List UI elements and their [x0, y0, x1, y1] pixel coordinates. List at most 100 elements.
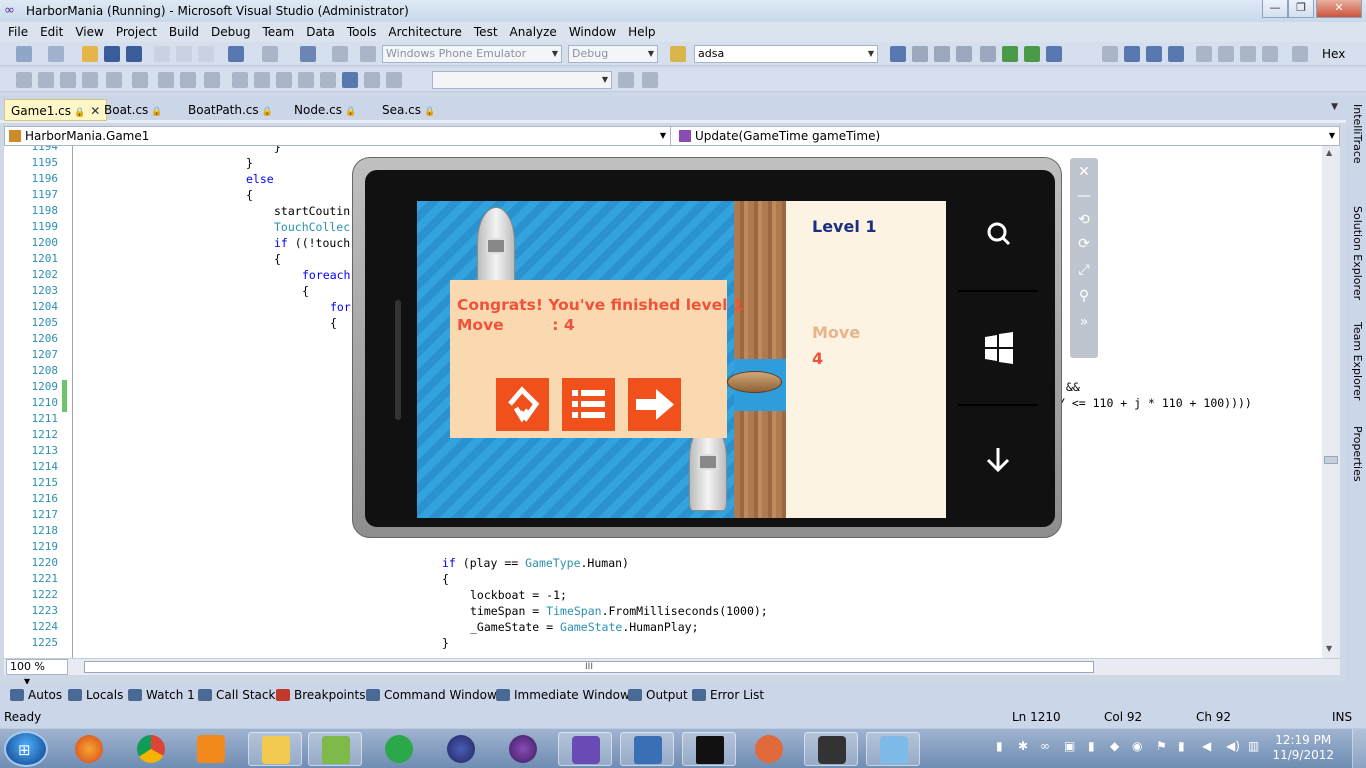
scroll-thumb[interactable]	[1324, 456, 1338, 464]
tab-dropdown-icon[interactable]: ▼	[1331, 102, 1338, 112]
start-debugging-icon[interactable]	[360, 46, 376, 62]
taskbar-network-tool[interactable]	[620, 732, 674, 766]
tray-icon-3[interactable]: ∞	[1040, 739, 1054, 755]
back-hw-button[interactable]	[940, 406, 1058, 516]
menu-debug[interactable]: Debug	[205, 25, 256, 39]
show-desktop-button[interactable]	[1352, 729, 1366, 768]
restart-icon[interactable]	[1168, 46, 1184, 62]
menu-file[interactable]: File	[2, 25, 34, 39]
taskbar-firefox[interactable]	[62, 732, 116, 766]
menu-analyze[interactable]: Analyze	[504, 25, 563, 39]
player-boat[interactable]	[727, 371, 782, 393]
taskbar-phone-emulator[interactable]	[804, 732, 858, 766]
tab-boat[interactable]: Boat.cs 🔒	[98, 99, 169, 121]
menu-architecture[interactable]: Architecture	[382, 25, 467, 39]
side-tab-team-explorer[interactable]: Team Explorer	[1348, 322, 1364, 400]
object-browser-icon[interactable]	[934, 46, 950, 62]
toolbar-options-icon[interactable]	[386, 72, 402, 88]
comment-out-icon[interactable]	[158, 72, 174, 88]
taskbar-eclipse-2[interactable]	[496, 732, 550, 766]
action-center-icon[interactable]: ⚑	[1156, 739, 1170, 755]
scroll-up-icon[interactable]: ▲	[1326, 148, 1332, 157]
taskbar-visual-studio[interactable]	[558, 732, 612, 766]
next-level-button[interactable]	[628, 378, 681, 431]
taskbar-zune[interactable]	[742, 732, 796, 766]
tray-icon-9[interactable]: ▮	[1178, 739, 1192, 755]
menu-edit[interactable]: Edit	[34, 25, 69, 39]
tool-tab-autos[interactable]: Autos	[10, 687, 62, 703]
open-file-icon[interactable]	[82, 46, 98, 62]
clear-bookmarks-icon[interactable]	[364, 72, 380, 88]
step-out-icon[interactable]	[1262, 46, 1278, 62]
add-item-icon[interactable]	[48, 46, 64, 62]
target-device-select[interactable]: Windows Phone Emulator ▼	[382, 45, 562, 63]
network-icon[interactable]: ▥	[1248, 739, 1262, 755]
word-completion-icon[interactable]	[82, 72, 98, 88]
menu-window[interactable]: Window	[563, 25, 622, 39]
solution-explorer-icon[interactable]	[890, 46, 906, 62]
configuration-select[interactable]: Debug ▼	[568, 45, 658, 63]
step-over-icon[interactable]	[1240, 46, 1256, 62]
command-window-icon[interactable]	[1046, 46, 1062, 62]
uncomment-icon[interactable]	[180, 72, 196, 88]
additional-tools-icon[interactable]: »	[1076, 314, 1092, 330]
copy-icon[interactable]	[176, 46, 192, 62]
taskbar-eclipse[interactable]	[434, 732, 488, 766]
find-in-files-icon[interactable]	[670, 46, 686, 62]
save-all-icon[interactable]	[126, 46, 142, 62]
tab-node[interactable]: Node.cs 🔒	[288, 99, 362, 121]
minimize-button[interactable]: —	[1262, 0, 1288, 18]
tool-tab-watch[interactable]: Watch 1	[128, 687, 195, 703]
next-bookmark-doc-icon[interactable]	[342, 72, 358, 88]
prev-bookmark-doc-icon[interactable]	[320, 72, 336, 88]
navigate-forward-icon[interactable]	[332, 46, 348, 62]
taskbar-media-player[interactable]	[184, 732, 238, 766]
menu-button[interactable]	[562, 378, 615, 431]
tool-tab-locals[interactable]: Locals	[68, 687, 123, 703]
close-icon[interactable]: ✕	[1076, 164, 1092, 180]
side-tab-properties[interactable]: Properties	[1348, 426, 1364, 482]
bluetooth-icon[interactable]: ✱	[1018, 739, 1032, 755]
menu-build[interactable]: Build	[163, 25, 205, 39]
start-hw-button[interactable]	[940, 292, 1058, 402]
member-select[interactable]: Update(GameTime gameTime) ▼	[675, 127, 1339, 145]
continue-icon[interactable]	[1102, 46, 1118, 62]
fit-to-screen-icon[interactable]: ⤢	[1076, 262, 1092, 278]
restart-level-button[interactable]	[496, 378, 549, 431]
menu-data[interactable]: Data	[300, 25, 341, 39]
decrease-indent-icon[interactable]	[106, 72, 122, 88]
tray-icon-1[interactable]: ▮	[996, 739, 1010, 755]
taskbar-chrome[interactable]	[124, 732, 178, 766]
navigate-backward-icon[interactable]	[300, 46, 316, 62]
toolbox-icon[interactable]	[956, 46, 972, 62]
start-page-icon[interactable]	[1002, 46, 1018, 62]
tool-tab-immediate-window[interactable]: Immediate Window	[496, 687, 630, 703]
stop-debugging-icon[interactable]	[1146, 46, 1162, 62]
show-next-statement-icon[interactable]	[1196, 46, 1212, 62]
break-all-icon[interactable]	[1124, 46, 1140, 62]
tab-game1[interactable]: Game1.cs 🔒 ✕	[4, 99, 108, 121]
properties-icon[interactable]	[912, 46, 928, 62]
tool-tab-error-list[interactable]: Error List	[692, 687, 764, 703]
menu-help[interactable]: Help	[622, 25, 661, 39]
tab-boatpath[interactable]: BoatPath.cs 🔒	[182, 99, 279, 121]
taskbar-explorer[interactable]	[248, 732, 302, 766]
tool-tab-call-stack[interactable]: Call Stack	[198, 687, 275, 703]
zoom-icon[interactable]: ⚲	[1076, 288, 1092, 304]
expand-callstack-icon[interactable]	[642, 72, 658, 88]
prev-bookmark-folder-icon[interactable]	[276, 72, 292, 88]
taskbar-notepad[interactable]	[308, 732, 362, 766]
type-select[interactable]: HarborMania.Game1 ▼	[5, 127, 671, 145]
search-hw-button[interactable]	[940, 180, 1058, 290]
hex-toggle[interactable]: Hex	[1322, 47, 1345, 61]
menu-project[interactable]: Project	[110, 25, 163, 39]
menu-team[interactable]: Team	[256, 25, 300, 39]
horizontal-scrollbar[interactable]: III	[84, 661, 1094, 673]
tray-icon-6[interactable]: ◆	[1110, 739, 1124, 755]
tray-icon-4[interactable]: ▣	[1064, 739, 1078, 755]
display-object-member-list-icon[interactable]	[16, 72, 32, 88]
step-into-icon[interactable]	[1218, 46, 1234, 62]
zoom-select[interactable]: 100 % ▼	[6, 659, 68, 686]
tool-tab-output[interactable]: Output	[628, 687, 688, 703]
close-button[interactable]: ✕	[1316, 0, 1362, 18]
